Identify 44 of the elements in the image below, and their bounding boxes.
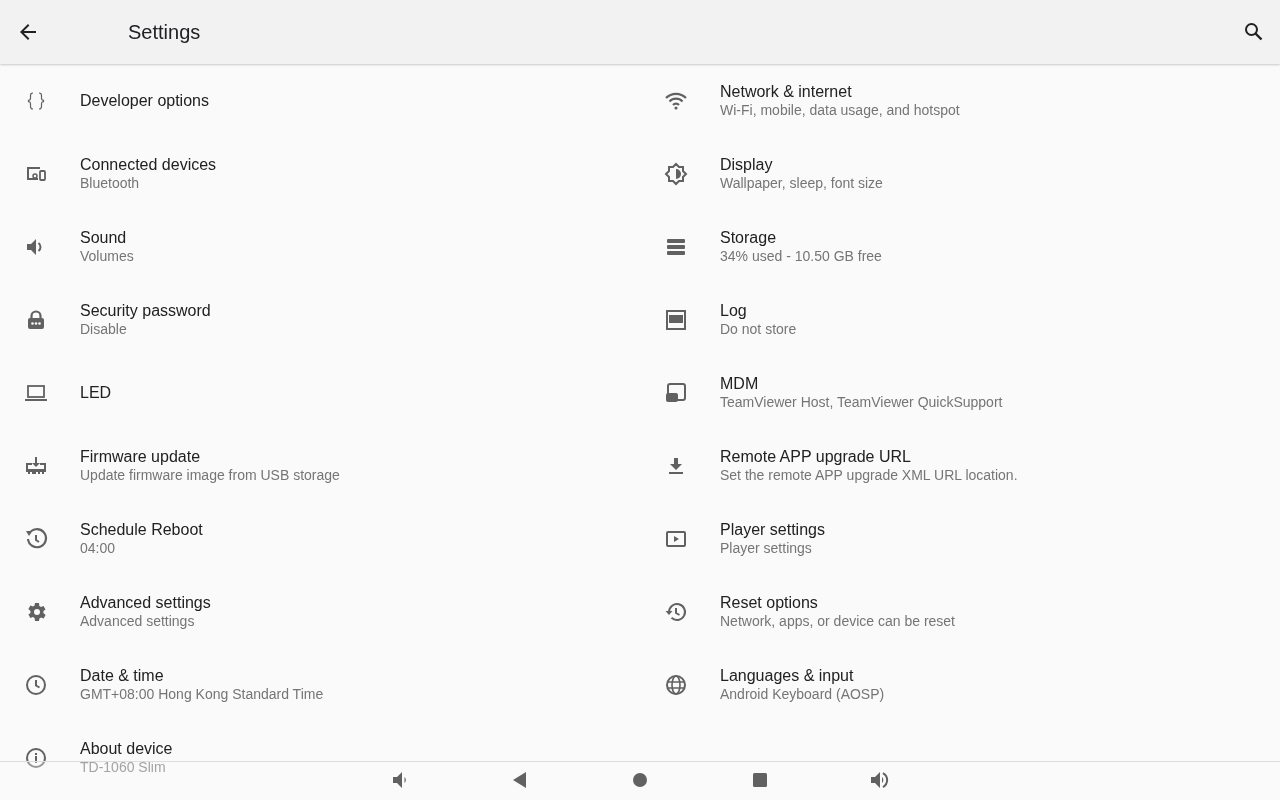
item-summary: Wi-Fi, mobile, data usage, and hotspot (720, 100, 960, 120)
item-title: Storage (720, 227, 778, 247)
item-summary: Network, apps, or device can be reset (720, 611, 955, 631)
item-summary: TD-1060 Slim (80, 757, 167, 777)
log-icon (664, 307, 688, 332)
item-summary: Bluetooth (80, 173, 141, 193)
app-bar-title: Settings (128, 20, 202, 44)
clock-icon (24, 672, 48, 697)
history-clock-icon (24, 526, 48, 551)
info-icon (24, 745, 48, 770)
item-summary: Set the remote APP upgrade XML URL location. (720, 465, 1018, 485)
item-title: Languages & input (720, 665, 855, 685)
item-title: Advanced settings (80, 592, 211, 612)
item-title: Player settings (720, 519, 825, 539)
globe-icon (664, 672, 688, 697)
item-summary: Wallpaper, sleep, font size (720, 173, 883, 193)
item-title: Network & internet (720, 81, 853, 101)
item-title: Schedule Reboot (80, 519, 203, 539)
monitor-icon (664, 380, 688, 405)
item-summary: 04:00 (80, 538, 117, 558)
item-title: Developer options (80, 91, 209, 110)
item-summary: 34% used - 10.50 GB free (720, 246, 882, 266)
item-title: About device (80, 738, 173, 758)
item-summary: Android Keyboard (AOSP) (720, 684, 885, 704)
item-summary: Volumes (80, 246, 134, 266)
item-title: LED (80, 383, 112, 402)
item-summary: Do not store (720, 319, 797, 339)
item-title: Display (720, 154, 774, 174)
item-title: Connected devices (80, 154, 217, 174)
item-summary: Update firmware image from USB storage (80, 465, 340, 485)
item-summary: TeamViewer Host, TeamViewer QuickSupport (720, 392, 1003, 412)
item-summary: Disable (80, 319, 128, 339)
brightness-icon (664, 161, 688, 186)
item-title: Sound (80, 227, 128, 247)
item-title: Security password (80, 300, 211, 320)
item-title: Firmware update (80, 446, 202, 466)
item-title: MDM (720, 373, 760, 393)
item-title: Reset options (720, 592, 819, 612)
item-summary: Advanced settings (80, 611, 196, 631)
item-title: Remote APP upgrade URL (720, 446, 912, 466)
item-summary: Player settings (720, 538, 813, 558)
item-title: Date & time (80, 665, 165, 685)
item-title: Log (720, 300, 748, 320)
item-summary: GMT+08:00 Hong Kong Standard Time (80, 684, 324, 704)
